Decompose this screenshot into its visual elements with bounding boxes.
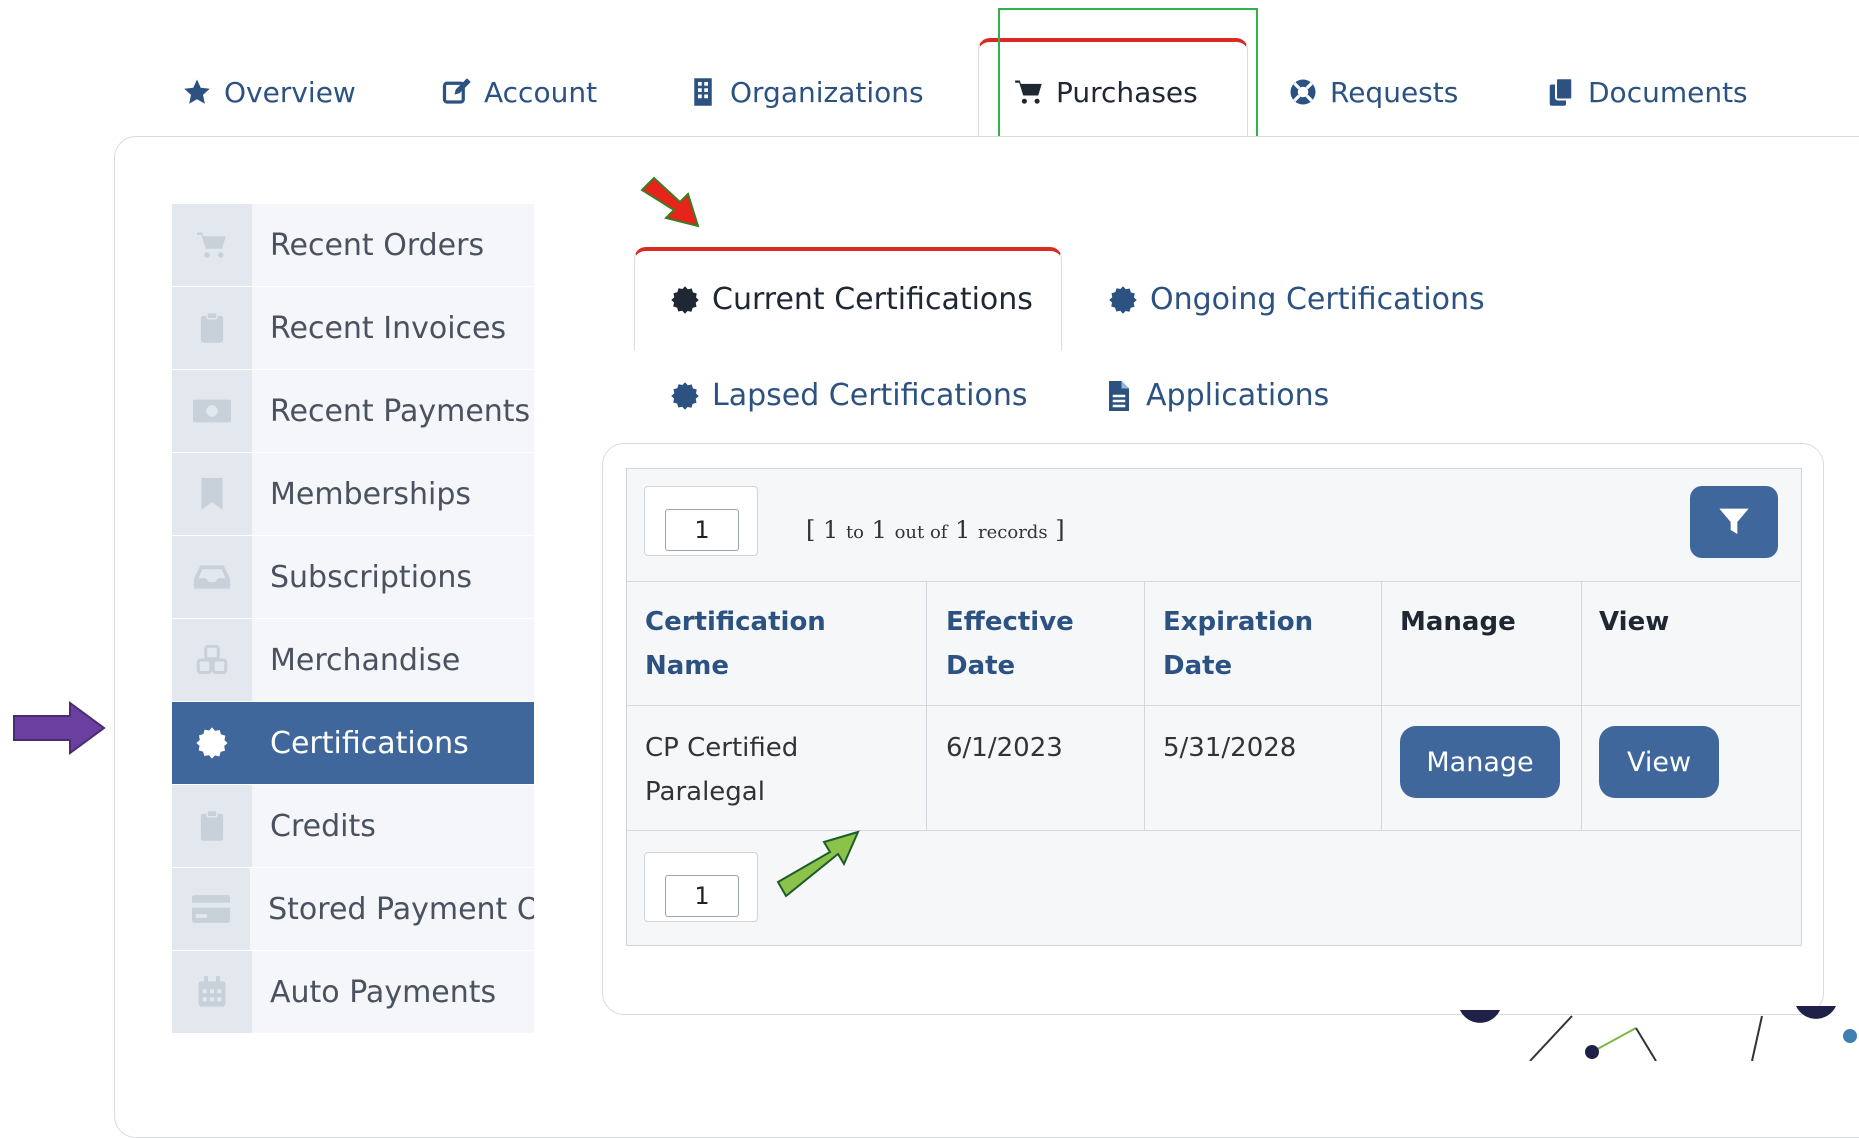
column-header-manage: Manage: [1400, 607, 1516, 637]
certificate-icon: [172, 702, 252, 784]
tab-label: Applications: [1146, 378, 1330, 413]
sidebar-item-recent-orders[interactable]: Recent Orders: [172, 204, 534, 287]
table-header-bottom-border: [626, 705, 1800, 706]
tab-organizations[interactable]: Organizations: [688, 72, 924, 112]
cell-certification-name: CP Certified Paralegal: [645, 733, 799, 807]
tab-account[interactable]: Account: [442, 72, 597, 112]
red-arrow-annotation: [640, 176, 700, 228]
edit-icon: [442, 77, 472, 107]
table-header-top-border: [626, 581, 1800, 582]
tab-requests[interactable]: Requests: [1288, 72, 1458, 112]
sidebar-item-stored-payment[interactable]: Stored Payment O: [172, 868, 534, 951]
star-icon: [182, 77, 212, 107]
sidebar-item-label: Recent Invoices: [270, 310, 507, 346]
sidebar-item-recent-invoices[interactable]: Recent Invoices: [172, 287, 534, 370]
tab-label: Documents: [1588, 75, 1748, 109]
documents-icon: [1546, 77, 1576, 107]
sidebar-item-label: Recent Orders: [270, 227, 485, 263]
certificate-icon: [670, 381, 700, 411]
pager-top: 1: [644, 486, 758, 556]
tab-label: Purchases: [1056, 75, 1198, 109]
purple-arrow-annotation: [13, 701, 106, 755]
column-divider: [1581, 581, 1582, 830]
tab-overview[interactable]: Overview: [182, 72, 356, 112]
pager-bottom: 1: [644, 852, 758, 922]
column-divider: [1381, 581, 1382, 830]
credit-card-icon: [172, 868, 251, 950]
sidebar-item-label: Memberships: [270, 476, 472, 512]
sidebar-item-label: Merchandise: [270, 642, 461, 678]
tab-label: Account: [484, 75, 598, 109]
clipboard-icon: [172, 287, 252, 369]
money-icon: [172, 370, 252, 452]
lifering-icon: [1288, 77, 1318, 107]
file-icon: [1104, 380, 1134, 411]
filter-icon: [1719, 508, 1749, 534]
clipboard-icon: [172, 785, 252, 867]
column-divider: [1144, 581, 1145, 830]
tab-lapsed-certifications[interactable]: Lapsed Certifications: [670, 378, 1028, 413]
tab-label: Ongoing Certifications: [1150, 282, 1485, 317]
bookmark-icon: [172, 453, 252, 535]
tab-documents[interactable]: Documents: [1546, 72, 1748, 112]
page-number-input[interactable]: 1: [665, 875, 739, 917]
sidebar-item-label: Stored Payment O: [268, 891, 534, 927]
sidebar-item-merchandise[interactable]: Merchandise: [172, 619, 534, 702]
tab-ongoing-certifications[interactable]: Ongoing Certifications: [1108, 282, 1485, 317]
sidebar-item-label: Credits: [270, 808, 376, 844]
cell-expiration-date: 5/31/2028: [1163, 733, 1297, 763]
view-button[interactable]: View: [1599, 726, 1719, 798]
sidebar-item-subscriptions[interactable]: Subscriptions: [172, 536, 534, 619]
building-icon: [688, 77, 718, 107]
sidebar-item-recent-payments[interactable]: Recent Payments: [172, 370, 534, 453]
tab-label: Organizations: [730, 75, 924, 109]
sidebar-item-auto-payments[interactable]: Auto Payments: [172, 951, 534, 1034]
column-header-view: View: [1599, 607, 1670, 637]
inbox-icon: [172, 536, 252, 618]
certificate-icon: [670, 285, 700, 315]
decorative-network-graphic: [1460, 1006, 1857, 1061]
manage-button[interactable]: Manage: [1400, 726, 1560, 798]
sidebar-item-label: Subscriptions: [270, 559, 473, 595]
records-summary: [ 1 to 1 out of 1 records ]: [806, 516, 1065, 544]
column-header-certification-name[interactable]: Certification Name: [645, 600, 915, 688]
sidebar-item-label: Auto Payments: [270, 974, 497, 1010]
side-nav: Recent Orders Recent Invoices Recent Pay…: [172, 204, 534, 1034]
tab-label: Lapsed Certifications: [712, 378, 1028, 413]
certificate-icon: [1108, 285, 1138, 315]
cart-icon: [1014, 77, 1044, 107]
filter-button[interactable]: [1690, 486, 1778, 558]
page-number-input[interactable]: 1: [665, 509, 739, 551]
column-divider: [926, 581, 927, 830]
sidebar-item-label: Recent Payments: [270, 393, 531, 429]
tab-label: Requests: [1330, 75, 1459, 109]
column-header-effective-date[interactable]: Effective Date: [946, 600, 1096, 688]
cart-icon: [172, 204, 252, 286]
tab-purchases[interactable]: Purchases: [1014, 72, 1198, 112]
calendar-icon: [172, 951, 252, 1033]
sidebar-item-certifications[interactable]: Certifications: [172, 702, 534, 785]
cell-effective-date: 6/1/2023: [946, 733, 1063, 763]
tab-applications[interactable]: Applications: [1104, 378, 1329, 413]
column-header-expiration-date[interactable]: Expiration Date: [1163, 600, 1333, 688]
sidebar-item-memberships[interactable]: Memberships: [172, 453, 534, 536]
tab-current-certifications[interactable]: Current Certifications: [670, 282, 1033, 317]
cubes-icon: [172, 619, 252, 701]
green-arrow-annotation: [776, 830, 860, 898]
tab-label: Overview: [224, 75, 356, 109]
sidebar-item-credits[interactable]: Credits: [172, 785, 534, 868]
tab-label: Current Certifications: [712, 282, 1033, 317]
sidebar-item-label: Certifications: [270, 725, 469, 761]
